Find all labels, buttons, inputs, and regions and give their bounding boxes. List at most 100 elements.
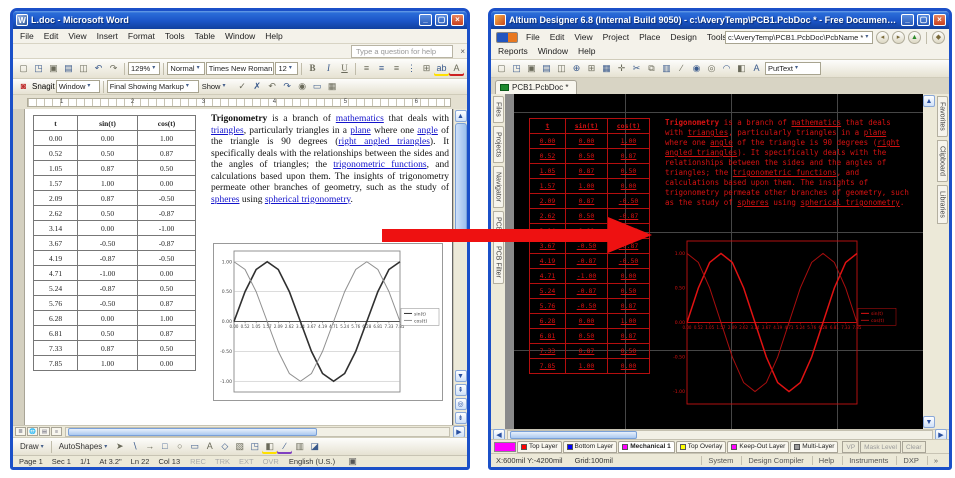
ruler-mark-1[interactable]: 1: [60, 99, 63, 105]
cut-icon[interactable]: ✂: [629, 61, 644, 76]
pcb-document-tab[interactable]: PCB1.PcbDoc *: [495, 80, 577, 94]
word-menu-edit[interactable]: Edit: [39, 30, 64, 42]
place-arc-icon[interactable]: ◠: [719, 61, 734, 76]
oval-icon[interactable]: ○: [172, 439, 187, 454]
hyperlink[interactable]: plane: [864, 128, 887, 137]
hyperlink[interactable]: triangles: [211, 126, 244, 136]
open-icon[interactable]: ◳: [509, 61, 524, 76]
next-change-icon[interactable]: ↷: [280, 79, 295, 94]
word-menu-file[interactable]: File: [15, 30, 39, 42]
word-menu-tools[interactable]: Tools: [160, 30, 190, 42]
panel-tab-libraries[interactable]: Libraries: [937, 185, 948, 224]
altium-menu-file[interactable]: File: [521, 31, 545, 43]
print-icon[interactable]: ▤: [539, 61, 554, 76]
word-paragraph[interactable]: Trigonometry is a branch of mathematics …: [211, 114, 449, 206]
altium-titlebar[interactable]: Altium Designer 6.8 (Internal Build 9050…: [491, 11, 949, 29]
horizontal-ruler[interactable]: 123456: [27, 98, 451, 107]
canvas-horizontal-scrollbar[interactable]: ◀ ▶: [491, 429, 949, 439]
hyperlink[interactable]: spherical trigonometry: [265, 195, 351, 205]
document-path-select[interactable]: c:\AveryTemp\PCB1.PcbDoc\PcbName *▾: [725, 31, 873, 44]
fill-color-icon[interactable]: ◧: [262, 439, 277, 454]
line-icon[interactable]: ∖: [127, 439, 142, 454]
altium-menu-design[interactable]: Design: [665, 31, 701, 43]
web-layout-view-button[interactable]: 🌐: [27, 427, 38, 436]
font-color-icon[interactable]: A: [449, 61, 464, 76]
panel-tab-projects[interactable]: Projects: [493, 126, 504, 163]
altium-menu-reports[interactable]: Reports: [493, 45, 533, 57]
panel-tab-clipboard[interactable]: Clipboard: [937, 140, 948, 182]
place-via-icon[interactable]: ◎: [704, 61, 719, 76]
new-document-icon[interactable]: ▢: [16, 61, 31, 76]
workspace-icon[interactable]: ◆: [932, 31, 945, 44]
snagit-window-select[interactable]: Window▾: [56, 80, 100, 93]
layer-button-clear[interactable]: Clear: [902, 441, 926, 453]
previous-page-icon[interactable]: ⇞: [455, 384, 467, 396]
word-menu-window[interactable]: Window: [220, 30, 260, 42]
status-field-col-13[interactable]: Col 13: [158, 457, 180, 466]
status-field-1-1[interactable]: 1/1: [80, 457, 90, 466]
highlight-icon[interactable]: ab: [434, 61, 449, 76]
zoom-select[interactable]: 129%▾: [128, 62, 160, 75]
status-toggle-ext[interactable]: EXT: [239, 457, 254, 466]
ruler-mark-2[interactable]: 2: [131, 99, 134, 105]
word-menu-table[interactable]: Table: [190, 30, 220, 42]
reject-change-icon[interactable]: ✗: [250, 79, 265, 94]
altium-menu-window[interactable]: Window: [533, 45, 573, 57]
scrollbar-thumb[interactable]: [510, 431, 637, 439]
hyperlink[interactable]: trigonometric functions: [333, 160, 426, 170]
maximize-button[interactable]: ▢: [435, 14, 448, 26]
borders-icon[interactable]: ⊞: [419, 61, 434, 76]
pcb-sin-cos-chart[interactable]: 1.000.500.00-0.50-1.000.000.521.051.572.…: [667, 234, 899, 412]
scroll-up-icon[interactable]: ▲: [923, 95, 935, 107]
status-toggle-ovr[interactable]: OVR: [263, 457, 279, 466]
draw-menu[interactable]: Draw▾: [17, 442, 47, 451]
shadow-icon[interactable]: ▥: [292, 439, 307, 454]
layer-button-vp[interactable]: VP: [842, 441, 859, 453]
accept-change-icon[interactable]: ✓: [235, 79, 250, 94]
ruler-mark-5[interactable]: 5: [344, 99, 347, 105]
numbered-list-icon[interactable]: ⋮: [404, 61, 419, 76]
place-pad-icon[interactable]: ◉: [689, 61, 704, 76]
scroll-right-icon[interactable]: ▶: [453, 426, 465, 438]
status-toggle-rec[interactable]: REC: [190, 457, 206, 466]
style-select[interactable]: Normal▾: [167, 62, 204, 75]
altium-menu-edit[interactable]: Edit: [545, 31, 570, 43]
dxp-menu-icon[interactable]: [496, 32, 518, 43]
align-left-icon[interactable]: ≡: [359, 61, 374, 76]
back-icon[interactable]: ◂: [876, 31, 889, 44]
copy-icon[interactable]: ⧉: [644, 61, 659, 76]
hyperlink[interactable]: mathematics: [336, 114, 384, 124]
status-field-at-3-2-[interactable]: At 3.2": [99, 457, 121, 466]
hyperlink[interactable]: angle: [417, 126, 438, 136]
print-icon[interactable]: ▤: [61, 61, 76, 76]
altium-menu-view[interactable]: View: [569, 31, 597, 43]
place-string-icon[interactable]: A: [749, 61, 764, 76]
3d-style-icon[interactable]: ◪: [307, 439, 322, 454]
word-titlebar[interactable]: W L.doc - Microsoft Word _ ▢ ×: [13, 11, 467, 29]
place-fill-icon[interactable]: ◧: [734, 61, 749, 76]
next-page-icon[interactable]: ⇟: [455, 412, 467, 424]
altium-menu-project[interactable]: Project: [598, 31, 634, 43]
diagram-icon[interactable]: ◇: [217, 439, 232, 454]
select-arrow-icon[interactable]: ➤: [112, 439, 127, 454]
arrow-icon[interactable]: →: [142, 439, 157, 454]
hyperlink[interactable]: mathematics: [791, 118, 841, 127]
menubar-close-icon[interactable]: ×: [460, 47, 465, 56]
italic-button[interactable]: I: [321, 61, 336, 76]
status-toggle-trk[interactable]: TRK: [215, 457, 230, 466]
open-icon[interactable]: ◳: [31, 61, 46, 76]
underline-button[interactable]: U: [337, 61, 352, 76]
text-box-icon[interactable]: ▭: [187, 439, 202, 454]
panel-button-design-compiler[interactable]: Design Compiler: [741, 456, 809, 465]
save-icon[interactable]: ▣: [46, 61, 61, 76]
browse-object-icon[interactable]: ◎: [455, 398, 467, 410]
hyperlink[interactable]: triangles: [688, 128, 729, 137]
word-menu-view[interactable]: View: [63, 30, 91, 42]
word-horizontal-scrollbar[interactable]: [65, 427, 450, 437]
bold-button[interactable]: B: [305, 61, 320, 76]
scrollbar-thumb[interactable]: [68, 428, 317, 436]
scroll-down-icon[interactable]: ▼: [923, 416, 935, 428]
outline-view-button[interactable]: ≡: [51, 427, 62, 436]
status-field-ln-22[interactable]: Ln 22: [131, 457, 150, 466]
normal-view-button[interactable]: ≣: [15, 427, 26, 436]
